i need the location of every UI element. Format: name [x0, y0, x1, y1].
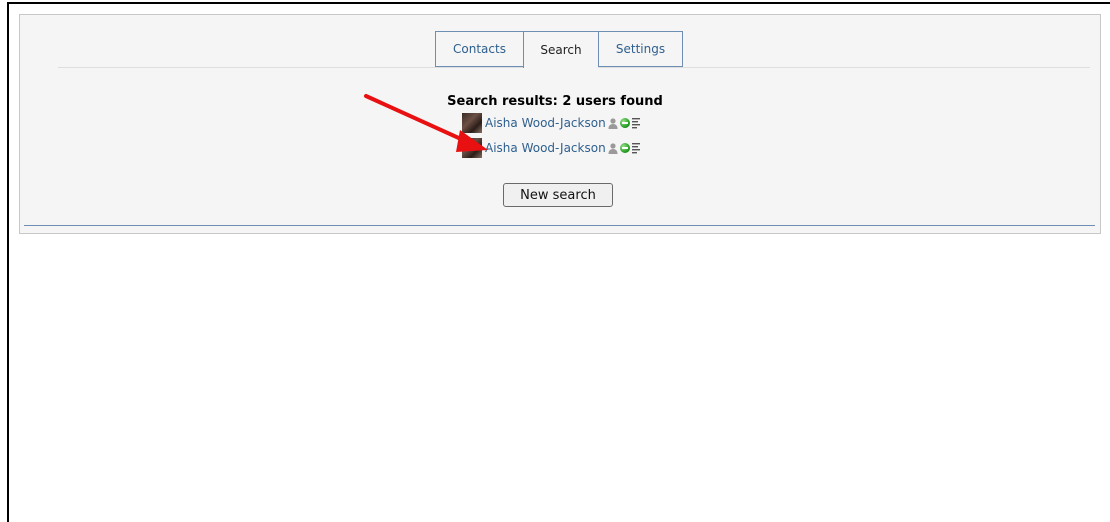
annotation-arrow-icon [364, 94, 488, 152]
tab-search[interactable]: Search [523, 31, 598, 68]
message-history-icon[interactable] [631, 117, 640, 129]
message-history-icon[interactable] [631, 142, 640, 154]
online-status-icon[interactable] [619, 118, 630, 128]
tab-bar: Contacts Search Settings [435, 31, 683, 68]
add-contact-icon[interactable] [608, 117, 618, 129]
online-status-icon[interactable] [619, 143, 630, 153]
add-contact-icon[interactable] [608, 142, 618, 154]
panel-bottom-border [24, 225, 1095, 226]
search-results-title: Search results: 2 users found [447, 94, 663, 109]
user-link[interactable]: Aisha Wood-Jackson [485, 141, 606, 155]
tab-contacts[interactable]: Contacts [435, 31, 523, 67]
new-search-button[interactable]: New search [503, 183, 613, 207]
tab-settings[interactable]: Settings [598, 31, 683, 67]
user-link[interactable]: Aisha Wood-Jackson [485, 116, 606, 130]
